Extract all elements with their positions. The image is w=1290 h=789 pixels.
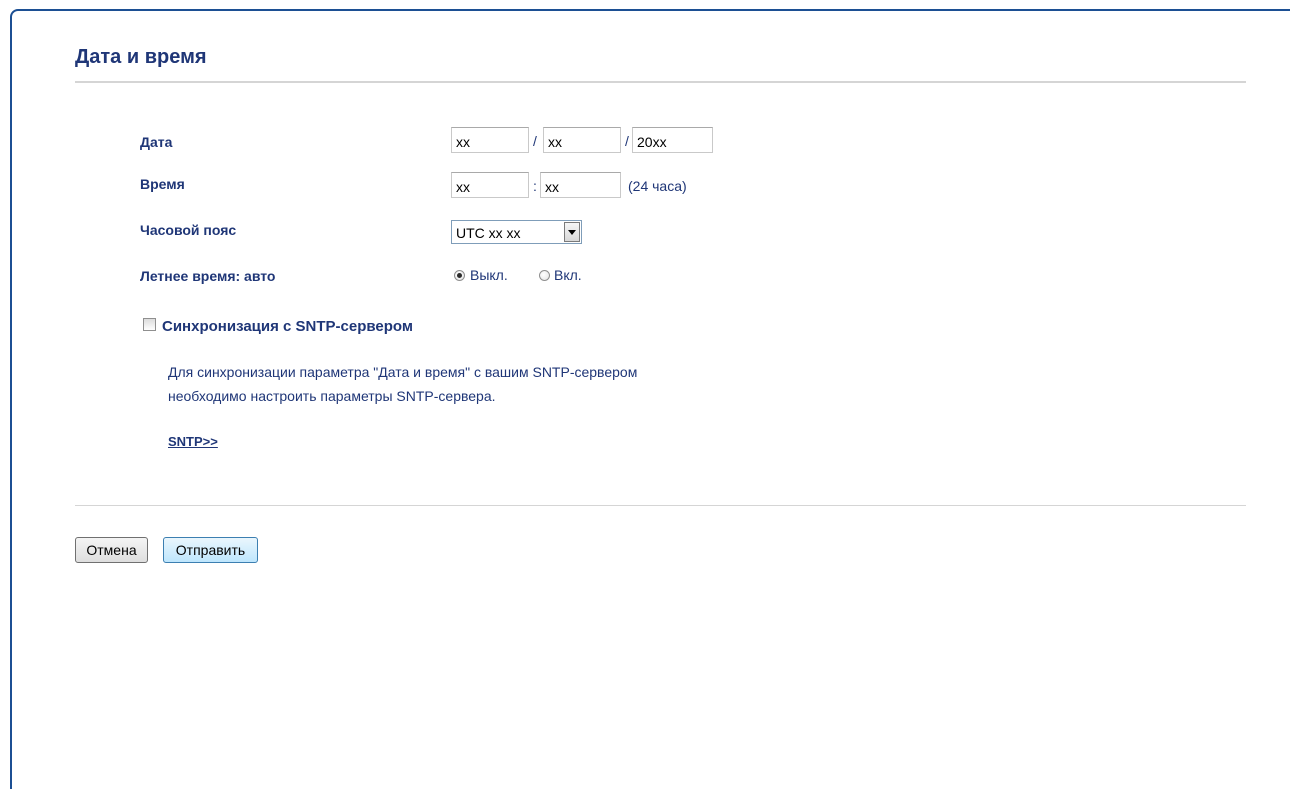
dropdown-arrow-icon[interactable] — [564, 222, 580, 242]
sntp-sync-checkbox[interactable] — [143, 318, 156, 331]
time-minutes-input[interactable] — [540, 172, 621, 198]
dst-on-radio[interactable] — [539, 270, 550, 281]
sntp-description-line-1: Для синхронизации параметра "Дата и врем… — [168, 364, 638, 380]
time-separator: : — [533, 178, 537, 194]
sntp-sync-label: Синхронизация с SNTP-сервером — [162, 318, 413, 335]
date-day-input[interactable] — [451, 127, 529, 153]
dst-on-label: Вкл. — [554, 267, 582, 283]
bottom-divider — [75, 505, 1246, 506]
timezone-selected-value: UTC xx xx — [456, 225, 521, 241]
page-title: Дата и время — [75, 46, 207, 68]
time-format-note: (24 часа) — [628, 178, 687, 194]
sntp-description-line-2: необходимо настроить параметры SNTP-серв… — [168, 388, 496, 404]
dst-label: Летнее время: авто — [140, 268, 276, 284]
time-hours-input[interactable] — [451, 172, 529, 198]
title-divider — [75, 81, 1246, 83]
timezone-label: Часовой пояс — [140, 222, 237, 238]
date-year-input[interactable] — [632, 127, 713, 153]
timezone-select[interactable]: UTC xx xx — [451, 220, 582, 244]
date-label: Дата — [140, 134, 173, 150]
cancel-button[interactable]: Отмена — [75, 537, 148, 563]
dst-off-label: Выкл. — [470, 267, 508, 283]
date-month-input[interactable] — [543, 127, 621, 153]
date-separator-2: / — [625, 133, 629, 149]
submit-button[interactable]: Отправить — [163, 537, 258, 563]
sntp-settings-link[interactable]: SNTP>> — [168, 434, 218, 449]
date-separator-1: / — [533, 133, 537, 149]
dst-off-radio[interactable] — [454, 270, 465, 281]
time-label: Время — [140, 176, 185, 192]
